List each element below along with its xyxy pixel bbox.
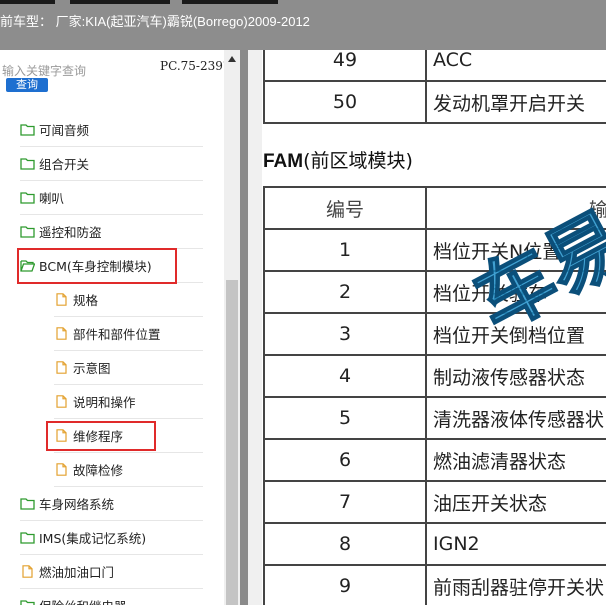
table-cell-name: 燃油滤清器状态: [425, 438, 606, 482]
table-cell-number: 49: [263, 50, 427, 82]
document-pane: 49 ACC 50 发动机罩开启开关 FAM(前区域模块) 编号 输 1档位开关…: [248, 50, 606, 605]
tree-item[interactable]: 燃油加油口门: [20, 555, 203, 589]
folder-icon: [20, 124, 35, 136]
document-icon: [56, 361, 67, 374]
tab-stub[interactable]: [0, 0, 55, 4]
table-header-name: 输: [425, 186, 606, 230]
search-button[interactable]: 查询: [6, 78, 48, 92]
document-icon: [56, 395, 67, 408]
tree-item-label: 说明和操作: [73, 395, 136, 410]
table-cell-number: 9: [263, 564, 427, 605]
table-cell-name: 制动液传感器状态: [425, 354, 606, 398]
table-cell-name: ACC: [425, 50, 606, 82]
table-cell-number: 7: [263, 480, 427, 524]
table-cell-number: 1: [263, 228, 427, 272]
section-title-code: FAM: [263, 151, 304, 172]
table-cell-name: 油压开关状态: [425, 480, 606, 524]
table-row: 7 油压开关状态: [263, 480, 606, 524]
tree-item-label: 保险丝和继电器: [39, 596, 127, 605]
document-code: PC.75-2397: [160, 59, 231, 73]
table-row: 49 ACC: [263, 50, 606, 82]
tree-item-label: 故障检修: [73, 463, 124, 478]
document-icon: [56, 293, 67, 306]
document-icon: [22, 565, 33, 578]
table-cell-name: 档位开关驻车: [425, 270, 606, 314]
table-bcm-continued: 49 ACC 50 发动机罩开启开关: [263, 50, 606, 124]
tree-item-label: 车身网络系统: [39, 497, 115, 512]
highlight-box: [46, 421, 156, 451]
tree-item-label: 组合开关: [39, 157, 90, 172]
table-cell-number: 3: [263, 312, 427, 356]
tree-item[interactable]: 故障检修: [54, 453, 203, 487]
folder-icon: [20, 600, 35, 605]
section-title-name: (前区域模块): [303, 150, 413, 172]
tree-item-label: 部件和部件位置: [73, 327, 161, 342]
table-fam: 编号 输 1档位开关N位置2档位开关驻车3档位开关倒档位置4制动液传感器状态5清…: [263, 186, 606, 605]
tree-item-label: 遥控和防盗: [39, 225, 102, 240]
tree-item-label: 规格: [73, 293, 99, 308]
scroll-up-arrow-icon[interactable]: [228, 56, 236, 62]
tree-item[interactable]: 组合开关: [20, 147, 203, 181]
tree-item-label: 示意图: [73, 361, 111, 376]
table-header-number: 编号: [263, 186, 427, 230]
table-row: 2 档位开关驻车: [263, 270, 606, 314]
tree-item[interactable]: IMS(集成记忆系统): [20, 521, 203, 555]
document-icon: [56, 327, 67, 340]
table-cell-number: 6: [263, 438, 427, 482]
tree-item[interactable]: 规格: [54, 283, 203, 317]
document-icon: [56, 463, 67, 476]
table-cell-number: 4: [263, 354, 427, 398]
table-cell-name: 前雨刮器驻停开关状: [425, 564, 606, 605]
table-cell-name: 档位开关N位置: [425, 228, 606, 272]
table-header-row: 编号 输: [263, 186, 606, 230]
table-cell-number: 50: [263, 80, 427, 124]
tree-item[interactable]: 喇叭: [20, 181, 203, 215]
table-row: 3 档位开关倒档位置: [263, 312, 606, 356]
tab-stub[interactable]: [70, 0, 170, 4]
tree-item-label: 喇叭: [39, 191, 65, 206]
table-row: 5 清洗器液体传感器状: [263, 396, 606, 440]
tree-item[interactable]: 示意图: [54, 351, 203, 385]
table-row: 9 前雨刮器驻停开关状: [263, 564, 606, 605]
table-row: 8 IGN2: [263, 522, 606, 566]
table-cell-name: 档位开关倒档位置: [425, 312, 606, 356]
table-cell-name: IGN2: [425, 522, 606, 566]
folder-icon: [20, 158, 35, 170]
tree-item-label: 可闻音频: [39, 123, 90, 138]
scrollbar-thumb[interactable]: [226, 280, 238, 605]
folder-icon: [20, 192, 35, 204]
tree-item[interactable]: 遥控和防盗: [20, 215, 203, 249]
vertical-scrollbar[interactable]: [224, 50, 240, 605]
table-row: 4 制动液传感器状态: [263, 354, 606, 398]
table-cell-name: 发动机罩开启开关: [425, 80, 606, 124]
panel-splitter[interactable]: [240, 50, 248, 605]
tree-item[interactable]: 部件和部件位置: [54, 317, 203, 351]
highlight-box: [17, 248, 177, 284]
section-title: FAM(前区域模块): [263, 146, 413, 173]
tab-stub[interactable]: [182, 0, 278, 4]
vehicle-title: 前车型： 厂家:KIA(起亚汽车)霸锐(Borrego)2009-2012: [0, 14, 310, 29]
title-bar: 前车型： 厂家:KIA(起亚汽车)霸锐(Borrego)2009-2012: [0, 0, 606, 50]
folder-icon: [20, 498, 35, 510]
table-cell-number: 8: [263, 522, 427, 566]
table-cell-number: 5: [263, 396, 427, 440]
tree-item-label: 燃油加油口门: [39, 565, 115, 580]
folder-icon: [20, 532, 35, 544]
table-cell-number: 2: [263, 270, 427, 314]
table-row: 1 档位开关N位置: [263, 228, 606, 272]
tree-item-label: IMS(集成记忆系统): [39, 531, 147, 546]
table-row: 6 燃油滤清器状态: [263, 438, 606, 482]
navigation-panel: 查询 PC.75-2397 可闻音频组合开关喇叭遥控和防盗BCM(车身控制模块)…: [0, 50, 240, 605]
folder-icon: [20, 226, 35, 238]
tree-item[interactable]: 车身网络系统: [20, 487, 203, 521]
tree-item[interactable]: 保险丝和继电器: [20, 589, 203, 605]
tree-item[interactable]: 可闻音频: [20, 113, 203, 147]
page-gutter: [248, 50, 262, 605]
table-row: 50 发动机罩开启开关: [263, 80, 606, 124]
table-cell-name: 清洗器液体传感器状: [425, 396, 606, 440]
tree-item[interactable]: 说明和操作: [54, 385, 203, 419]
